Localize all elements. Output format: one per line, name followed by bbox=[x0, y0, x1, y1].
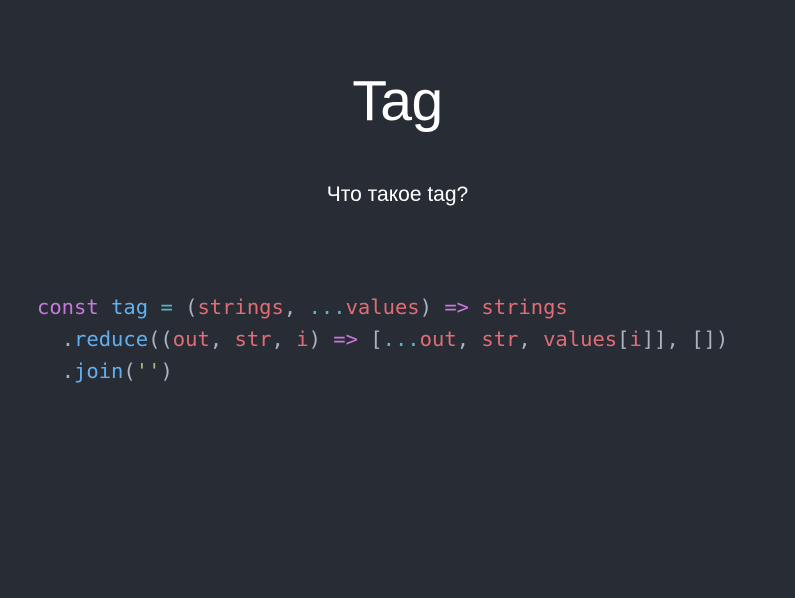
code-token: . bbox=[61, 327, 75, 351]
code-token: strings bbox=[481, 295, 568, 319]
code-token: => bbox=[333, 327, 358, 351]
code-token: , bbox=[283, 295, 309, 319]
code-token: ... bbox=[308, 295, 346, 319]
code-block: const tag = (strings, ...values) => stri… bbox=[37, 291, 728, 387]
code-token: , bbox=[456, 327, 482, 351]
code-token: ( bbox=[172, 295, 198, 319]
code-token: = bbox=[160, 295, 173, 319]
code-token: reduce bbox=[74, 327, 149, 351]
code-token: , bbox=[518, 327, 544, 351]
code-token: ) bbox=[419, 295, 445, 319]
code-token: , bbox=[271, 327, 297, 351]
code-token: [ bbox=[357, 327, 383, 351]
code-token: i bbox=[296, 327, 309, 351]
code-token: => bbox=[444, 295, 470, 319]
code-token: const bbox=[37, 295, 99, 319]
code-token: ]], []) bbox=[641, 327, 729, 351]
code-token: values bbox=[345, 295, 420, 319]
code-token: str bbox=[234, 327, 272, 351]
code-token: values bbox=[543, 327, 618, 351]
code-line: const tag = (strings, ...values) => stri… bbox=[37, 291, 728, 323]
code-token: , bbox=[209, 327, 235, 351]
code-token: i bbox=[629, 327, 642, 351]
code-token: tag bbox=[111, 295, 149, 319]
code-token: . bbox=[61, 359, 75, 383]
slide: Tag Что такое tag? const tag = (strings,… bbox=[0, 0, 795, 598]
code-token: '' bbox=[135, 359, 161, 383]
code-token: [ bbox=[617, 327, 630, 351]
code-token: join bbox=[74, 359, 124, 383]
code-token: str bbox=[481, 327, 519, 351]
code-token: ... bbox=[382, 327, 420, 351]
code-token: strings bbox=[197, 295, 284, 319]
code-line: .join('') bbox=[37, 355, 728, 387]
code-token: out bbox=[419, 327, 457, 351]
code-token: ( bbox=[123, 359, 136, 383]
code-token: (( bbox=[148, 327, 173, 351]
code-token: ) bbox=[160, 359, 173, 383]
code-line: .reduce((out, str, i) => [...out, str, v… bbox=[37, 323, 729, 355]
slide-subtitle: Что такое tag? bbox=[326, 183, 469, 206]
code-token: out bbox=[172, 327, 210, 351]
slide-title: Tag bbox=[352, 69, 443, 133]
code-token: ) bbox=[308, 327, 334, 351]
